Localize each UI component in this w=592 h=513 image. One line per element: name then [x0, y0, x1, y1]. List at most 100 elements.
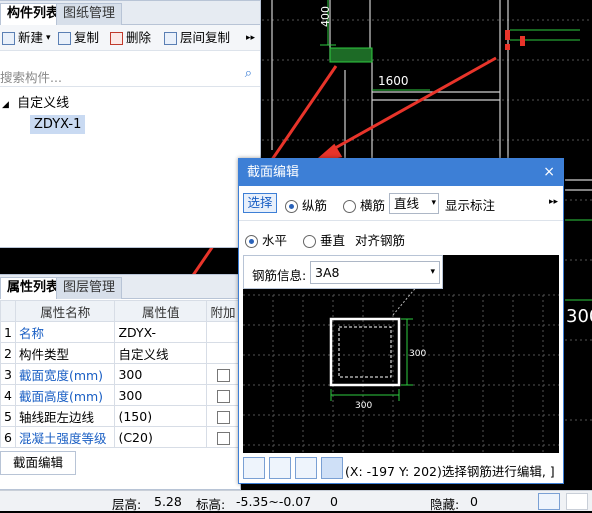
longitudinal-label: 纵筋 — [301, 198, 327, 213]
snap-perp-icon[interactable] — [295, 457, 317, 479]
row-extra — [206, 363, 240, 385]
table-row[interactable]: 1 名称 ZDYX- — [0, 321, 240, 343]
table-row[interactable]: 5 轴线距左边线 (150) — [0, 405, 240, 427]
section-canvas[interactable]: 300 300 钢筋信息: 3A8 ▾ — [243, 255, 559, 453]
search-input[interactable]: 搜索构件... — [0, 67, 62, 86]
row-extra — [206, 321, 240, 343]
dialog-hint: (X: -197 Y: 202)选择钢筋进行编辑, ] — [345, 464, 555, 479]
header-name: 属性名称 — [14, 300, 116, 322]
rebar-info-select[interactable]: 3A8 ▾ — [310, 261, 440, 284]
row-value[interactable]: 300 — [114, 363, 208, 385]
new-button[interactable]: 新建 ▾ — [2, 29, 51, 47]
row-value[interactable]: (C20) — [114, 426, 208, 448]
delete-icon — [110, 31, 123, 45]
dialog-more-button[interactable]: ▸▸ — [549, 197, 558, 207]
row-value[interactable]: ZDYX- — [114, 321, 208, 343]
floor-height-value: 5.28 — [154, 494, 182, 509]
radio-off-icon — [303, 235, 316, 248]
status-bar: 层高: 5.28 标高: -5.35~-0.07 0 隐藏: 0 — [0, 490, 592, 512]
delete-button[interactable]: 删除 — [110, 29, 151, 47]
delete-label: 删除 — [126, 30, 152, 45]
row-name: 轴线距左边线 — [14, 405, 116, 427]
tab-layer-manage[interactable]: 图层管理 — [56, 277, 123, 299]
stirrup-radio[interactable]: 横筋 — [343, 195, 385, 214]
row-extra — [206, 405, 240, 427]
rebar-info-value: 3A8 — [315, 265, 340, 280]
tree-root[interactable]: ◢ 自定义线 — [2, 92, 69, 111]
hidden-value: 0 — [470, 494, 478, 509]
property-table: 属性名称 属性值 附加 1 名称 ZDYX- 2 构件类型 自定义线 3 截面宽… — [0, 300, 240, 448]
floor-copy-icon — [164, 31, 177, 45]
extra-checkbox[interactable] — [216, 410, 230, 424]
row-no: 4 — [0, 384, 16, 406]
line-mode-select[interactable]: 直线 ▾ — [389, 193, 439, 214]
table-row[interactable]: 3 截面宽度(mm) 300 — [0, 363, 240, 385]
dim-width-label: 300 — [355, 401, 373, 411]
count-value: 0 — [330, 494, 338, 509]
table-row[interactable]: 4 截面高度(mm) 300 — [0, 384, 240, 406]
snap-corner-icon[interactable] — [243, 457, 265, 479]
dim-400-label: 400 — [319, 6, 332, 27]
radio-on-icon — [245, 235, 258, 248]
snap-add-icon[interactable] — [321, 457, 343, 479]
new-icon — [2, 31, 15, 45]
row-no: 3 — [0, 363, 16, 385]
component-search-box[interactable]: 搜索构件... ⌕ — [0, 63, 260, 87]
tree-item-zdyx-1[interactable]: ZDYX-1 — [30, 115, 86, 134]
toolbar-more-button[interactable]: ▸▸ — [246, 29, 255, 47]
row-extra — [206, 426, 240, 448]
floor-copy-button[interactable]: 层间复制 — [164, 29, 230, 47]
row-name: 截面宽度(mm) — [14, 363, 116, 385]
tab-drawing-manage[interactable]: 图纸管理 — [56, 3, 123, 25]
row-no: 6 — [0, 426, 16, 448]
close-icon[interactable]: × — [543, 159, 555, 186]
hidden-label: 隐藏: — [430, 497, 460, 512]
extra-checkbox[interactable] — [216, 389, 230, 403]
longitudinal-radio[interactable]: 纵筋 — [285, 195, 327, 214]
row-extra — [206, 342, 240, 364]
tree-expand-icon[interactable]: ◢ — [2, 100, 9, 110]
table-row[interactable]: 2 构件类型 自定义线 — [0, 342, 240, 364]
radio-on-icon — [285, 200, 298, 213]
row-value[interactable]: (150) — [114, 405, 208, 427]
extra-checkbox[interactable] — [216, 368, 230, 382]
header-no — [0, 300, 16, 322]
props-tabbar: 属性列表 图层管理 — [0, 275, 240, 299]
row-name: 混凝土强度等级 — [14, 426, 116, 448]
dialog-bottombar: (X: -197 Y: 202)选择钢筋进行编辑, ] — [239, 455, 563, 483]
align-rebar-button[interactable]: 对齐钢筋 — [355, 230, 405, 249]
tree-root-label: 自定义线 — [17, 96, 70, 111]
floor-height-label: 层高: — [112, 497, 142, 512]
dialog-title: 截面编辑 — [239, 159, 563, 186]
show-label-button[interactable]: 显示标注 — [445, 195, 495, 214]
snap-line-icon[interactable] — [269, 457, 291, 479]
row-value[interactable]: 自定义线 — [114, 342, 208, 364]
status-view-icon[interactable] — [566, 493, 588, 510]
select-button[interactable]: 选择 — [243, 193, 277, 213]
rebar-info-box: 钢筋信息: 3A8 ▾ — [243, 255, 443, 289]
radio-off-icon — [343, 200, 356, 213]
section-edit-dialog: 截面编辑 × 选择 纵筋 横筋 直线 ▾ 显示标注 ▸▸ 水平 垂直 对齐钢筋 — [238, 158, 564, 484]
row-name: 构件类型 — [14, 342, 116, 364]
chevron-down-icon: ▾ — [430, 267, 435, 277]
row-no: 2 — [0, 342, 16, 364]
copy-button[interactable]: 复制 — [58, 29, 99, 47]
dropdown-arrow-icon: ▾ — [46, 33, 51, 43]
vertical-label: 垂直 — [319, 233, 345, 248]
extra-checkbox[interactable] — [216, 431, 230, 445]
search-icon[interactable]: ⌕ — [245, 66, 252, 81]
stirrup-label: 横筋 — [359, 198, 385, 213]
status-tool-icon[interactable] — [538, 493, 560, 510]
dim-height-label: 300 — [409, 349, 427, 359]
dim-1600-label: 1600 — [378, 74, 409, 88]
component-toolbar: 新建 ▾ 复制 删除 层间复制 ▸▸ — [0, 25, 260, 51]
horizontal-radio[interactable]: 水平 — [245, 230, 287, 249]
copy-label: 复制 — [74, 30, 100, 45]
table-row[interactable]: 6 混凝土强度等级 (C20) — [0, 426, 240, 448]
vertical-radio[interactable]: 垂直 — [303, 230, 345, 249]
rebar-info-label: 钢筋信息: — [252, 268, 307, 283]
section-edit-button[interactable]: 截面编辑 — [0, 451, 76, 475]
table-header-row: 属性名称 属性值 附加 — [0, 300, 240, 322]
row-value[interactable]: 300 — [114, 384, 208, 406]
new-label: 新建 — [18, 30, 44, 45]
